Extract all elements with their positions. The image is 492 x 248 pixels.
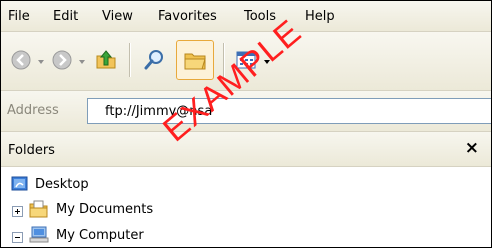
my-computer-icon [29,226,49,243]
folder-tree: Desktop My Documents My Computer [1,167,491,247]
menu-tools[interactable]: Tools [244,9,276,24]
search-button[interactable] [141,47,167,73]
toolbar-separator [129,43,130,77]
views-dropdown-icon[interactable] [264,60,270,64]
folders-icon [184,53,206,70]
menu-edit[interactable]: Edit [53,9,78,24]
views-icon [236,51,256,69]
menu-favorites[interactable]: Favorites [158,9,217,24]
search-icon [144,50,163,70]
address-label: Address [7,103,59,118]
collapse-minus-icon[interactable] [12,232,23,243]
address-bar: Address ftp://Jimmy@nsa [1,91,491,132]
forward-arrow-icon [52,50,72,70]
toolbar-separator [223,43,224,77]
up-folder-icon [96,50,116,69]
forward-dropdown-icon[interactable] [79,60,85,64]
my-documents-icon [29,200,48,218]
up-button[interactable] [94,47,118,71]
tree-label: My Documents [56,202,154,217]
expand-plus-icon[interactable] [12,206,23,217]
folders-button[interactable] [176,40,214,80]
folders-title: Folders [8,143,55,158]
menu-bar: File Edit View Favorites Tools Help [1,1,491,32]
close-icon[interactable]: × [465,138,479,158]
toolbar [1,32,491,91]
forward-button[interactable] [52,50,72,70]
menu-file[interactable]: File [8,9,30,24]
explorer-window: File Edit View Favorites Tools Help Addr… [0,0,492,248]
address-field[interactable]: ftp://Jimmy@nsa [87,98,491,124]
folders-pane-header: Folders × [1,132,491,167]
tree-item-desktop[interactable]: Desktop [1,173,301,197]
desktop-icon [11,176,28,191]
tree-label: My Computer [56,228,144,243]
tree-label: Desktop [35,177,89,192]
back-dropdown-icon[interactable] [38,60,44,64]
menu-view[interactable]: View [102,9,133,24]
tree-item-my-documents[interactable]: My Documents [1,198,301,222]
back-button[interactable] [11,50,31,70]
views-button[interactable] [234,47,260,73]
address-value[interactable]: ftp://Jimmy@nsa [105,104,212,119]
tree-item-my-computer[interactable]: My Computer [1,224,301,247]
back-arrow-icon [11,50,31,70]
menu-help[interactable]: Help [305,9,335,24]
